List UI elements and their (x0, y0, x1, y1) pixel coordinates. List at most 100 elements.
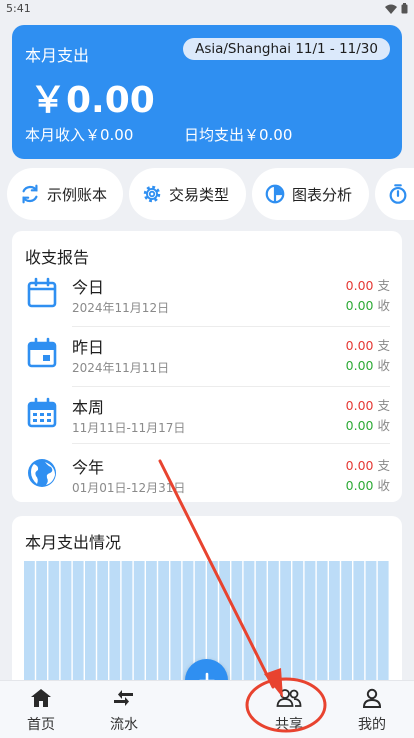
nav-profile[interactable]: 我的 (342, 687, 402, 734)
expense-label: 支 (377, 398, 390, 413)
income-amount: 0.00 (345, 478, 374, 493)
chart-bar-day-7[interactable] (97, 561, 108, 691)
expense-label: 支 (377, 458, 390, 473)
report-row-name: 今日 (72, 278, 105, 297)
row-divider (72, 386, 390, 387)
income-label: 收 (377, 418, 390, 433)
report-row-date: 11月11日-11月17日 (72, 421, 186, 435)
chart-bar-day-10[interactable] (133, 561, 145, 691)
report-title: 收支报告 (25, 248, 90, 267)
expense-label: 支 (377, 278, 390, 293)
chart-bar-day-25[interactable] (316, 561, 328, 691)
chart-bar-day-5[interactable] (72, 561, 84, 691)
chart-bar-day-4[interactable] (60, 561, 72, 691)
shortcut-chart-analysis[interactable]: 图表分析 (252, 168, 369, 220)
timezone-range-chip[interactable]: Asia/Shanghai 11/1 - 11/30 (183, 38, 390, 60)
wifi-icon (385, 4, 397, 14)
calendar-icon (26, 277, 58, 313)
chart-bar-day-2[interactable] (36, 561, 47, 691)
chart-bar-day-18[interactable] (231, 561, 243, 691)
calendar-week-icon (26, 397, 58, 433)
report-row-amounts: 0.00 支 0.00 收 (346, 336, 390, 376)
status-time: 5:41 (6, 2, 31, 15)
daily-average-expense: 日均支出￥0.00 (184, 126, 293, 144)
report-row-name: 今年 (72, 458, 105, 477)
chart-bar-day-22[interactable] (280, 561, 291, 691)
report-row-today[interactable]: 今日 2024年11月12日 0.00 支 0.00 收 (12, 269, 402, 329)
chart-bar-day-6[interactable] (85, 561, 96, 691)
report-row-this-year[interactable]: 今年 01月01日-12月31日 0.00 支 0.00 收 (12, 449, 402, 509)
sync-icon (19, 183, 41, 205)
shortcut-sample-ledger[interactable]: 示例账本 (7, 168, 123, 220)
gear-icon (141, 183, 163, 205)
nav-label: 首页 (27, 717, 55, 733)
report-row-amounts: 0.00 支 0.00 收 (346, 276, 390, 316)
expense-amount: 0.00 (345, 278, 374, 293)
row-divider (72, 326, 390, 327)
income-label: 收 (377, 358, 390, 373)
pie-chart-icon (264, 183, 286, 205)
expense-label: 支 (377, 338, 390, 353)
income-amount: 0.00 (345, 298, 374, 313)
report-card: 收支报告 今日 2024年11月12日 0.00 支 0.00 收 昨日 2024年… (12, 231, 402, 502)
report-row-name: 昨日 (72, 338, 105, 357)
chart-bar-day-27[interactable] (341, 561, 352, 691)
nav-home[interactable]: 首页 (11, 687, 71, 734)
income-label: 收 (377, 298, 390, 313)
chart-bar-day-3[interactable] (48, 561, 60, 691)
chart-bar-day-13[interactable] (170, 561, 182, 691)
chart-bar-day-30[interactable] (377, 561, 389, 691)
nav-label: 共享 (275, 717, 303, 733)
stopwatch-icon (387, 183, 409, 205)
people-icon (259, 687, 319, 709)
shortcut-label: 图表分析 (292, 185, 353, 204)
person-icon (342, 687, 402, 709)
status-bar: 5:41 (0, 0, 414, 18)
nav-transactions[interactable]: 流水 (94, 687, 154, 734)
row-divider (72, 443, 390, 444)
chart-bar-day-26[interactable] (329, 561, 340, 691)
income-label: 收 (377, 478, 390, 493)
bottom-nav: 首页 流水 共享 我的 (0, 680, 414, 738)
chart-bar-day-19[interactable] (243, 561, 255, 691)
monthly-summary-card[interactable]: 本月支出 Asia/Shanghai 11/1 - 11/30 ￥0.00 本月… (12, 25, 402, 159)
expense-amount: 0.00 (345, 398, 374, 413)
chart-bar-day-23[interactable] (292, 561, 304, 691)
report-row-date: 2024年11月11日 (72, 361, 170, 375)
report-row-date: 2024年11月12日 (72, 301, 170, 315)
status-icons (385, 3, 408, 14)
income-amount: 0.00 (345, 358, 374, 373)
nav-label: 流水 (110, 717, 138, 733)
shortcut-label: 交易类型 (169, 185, 230, 204)
report-row-name: 本周 (72, 398, 105, 417)
chart-bar-day-20[interactable] (255, 561, 267, 691)
monthly-income: 本月收入￥0.00 (25, 126, 134, 144)
report-row-date: 01月01日-12月31日 (72, 481, 186, 495)
shortcut-timer[interactable] (375, 168, 414, 220)
chart-bar-day-28[interactable] (353, 561, 365, 691)
chart-bar-day-1[interactable] (24, 561, 35, 691)
battery-icon (401, 3, 408, 14)
home-icon (11, 687, 71, 709)
report-row-this-week[interactable]: 本周 11月11日-11月17日 0.00 支 0.00 收 (12, 389, 402, 449)
monthly-expense-total: ￥0.00 (30, 80, 155, 121)
report-row-yesterday[interactable]: 昨日 2024年11月11日 0.00 支 0.00 收 (12, 329, 402, 389)
shortcut-label: 示例账本 (47, 185, 108, 204)
shortcut-transaction-types[interactable]: 交易类型 (129, 168, 246, 220)
shortcut-row: 示例账本 交易类型 图表分析 (0, 168, 414, 220)
chart-bar-day-9[interactable] (121, 561, 133, 691)
chart-bar-day-12[interactable] (158, 561, 169, 691)
chart-title: 本月支出情况 (25, 533, 122, 552)
chart-bar-day-29[interactable] (365, 561, 377, 691)
chart-bar-day-24[interactable] (304, 561, 316, 691)
income-amount: 0.00 (345, 418, 374, 433)
globe-icon (26, 457, 58, 493)
report-row-amounts: 0.00 支 0.00 收 (346, 456, 390, 496)
report-row-amounts: 0.00 支 0.00 收 (346, 396, 390, 436)
summary-title: 本月支出 (25, 46, 90, 65)
chart-bar-day-11[interactable] (146, 561, 157, 691)
nav-share[interactable]: 共享 (259, 687, 319, 734)
chart-bar-day-8[interactable] (109, 561, 121, 691)
expense-amount: 0.00 (345, 458, 374, 473)
chart-bar-day-21[interactable] (268, 561, 279, 691)
